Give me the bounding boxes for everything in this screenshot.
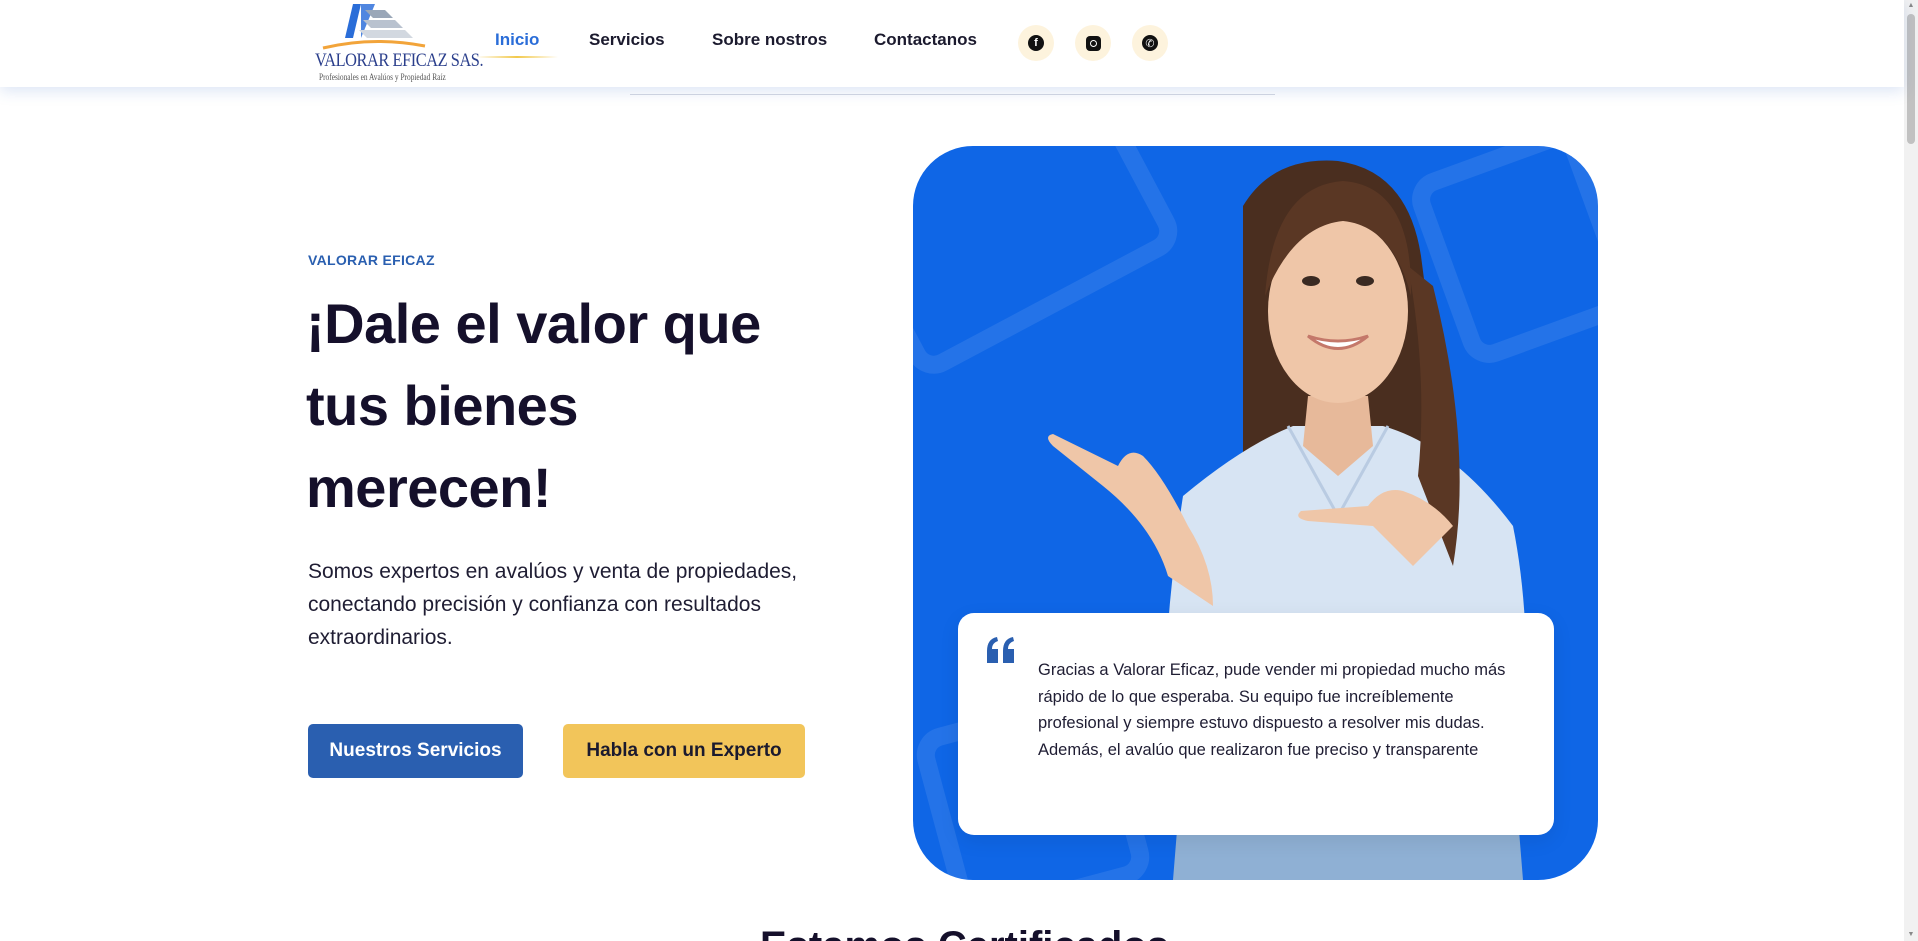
scrollbar-thumb[interactable] [1907, 14, 1915, 144]
facebook-icon: f [1028, 35, 1044, 51]
whatsapp-icon: ✆ [1142, 35, 1158, 51]
nav-contactanos[interactable]: Contactanos [874, 30, 977, 50]
testimonial-card: Gracias a Valorar Eficaz, pude vender mi… [958, 613, 1554, 835]
divider [630, 94, 1275, 95]
nav-sobre-nosotros[interactable]: Sobre nostros [712, 30, 827, 50]
logo-tagline: Profesionales en Avalúos y Propiedad Raí… [319, 72, 446, 82]
instagram-icon [1085, 35, 1101, 51]
logo[interactable]: VALORAR EFICAZ SAS. Profesionales en Ava… [313, 0, 484, 86]
nav-inicio[interactable]: Inicio [495, 30, 539, 50]
whatsapp-link[interactable]: ✆ [1132, 25, 1168, 61]
hero-eyebrow: VALORAR EFICAZ [308, 252, 435, 268]
logo-brand: VALORAR EFICAZ SAS. [315, 50, 484, 71]
active-nav-underline [476, 56, 558, 58]
page-scrollbar[interactable]: ▲ ▼ [1904, 0, 1918, 941]
section-title: Estamos Certificados [760, 924, 1169, 941]
instagram-link[interactable] [1075, 25, 1111, 61]
scroll-up-icon[interactable]: ▲ [1907, 2, 1915, 10]
nuestros-servicios-button[interactable]: Nuestros Servicios [308, 724, 523, 778]
nav-servicios[interactable]: Servicios [589, 30, 665, 50]
quote-icon [987, 637, 1014, 663]
scroll-down-icon[interactable]: ▼ [1907, 931, 1915, 939]
hero-description: Somos expertos en avalúos y venta de pro… [308, 560, 798, 649]
site-header: VALORAR EFICAZ SAS. Profesionales en Ava… [0, 0, 1904, 87]
facebook-link[interactable]: f [1018, 25, 1054, 61]
testimonial-text: Gracias a Valorar Eficaz, pude vender mi… [1038, 661, 1506, 759]
habla-con-experto-button[interactable]: Habla con un Experto [563, 724, 805, 778]
hero-headline: ¡Dale el valor que tus bienes merecen! [306, 292, 761, 519]
